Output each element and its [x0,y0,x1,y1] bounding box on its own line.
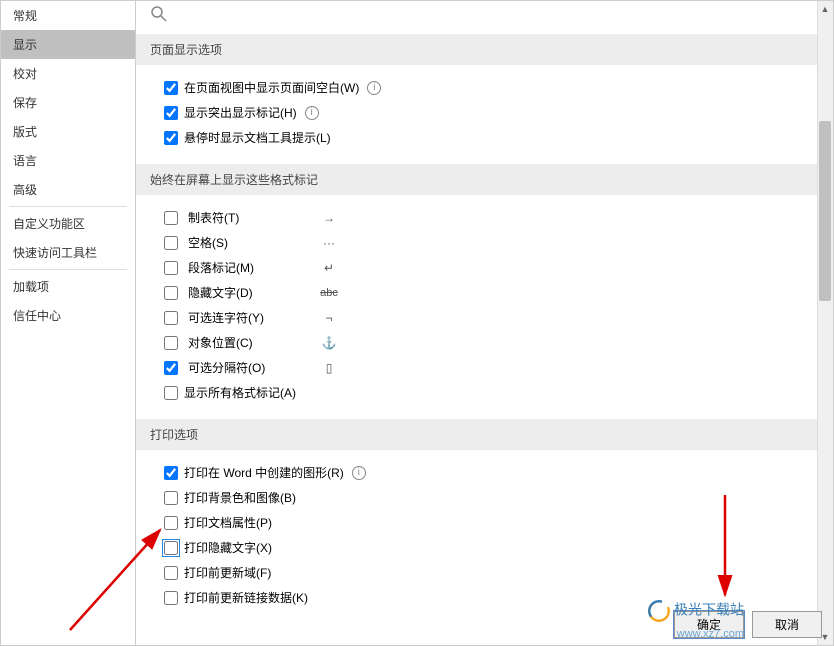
checkbox-breaks[interactable] [164,361,178,375]
checkbox-show-whitespace[interactable] [164,81,178,95]
symbol-anchor: ⚓ [314,336,344,350]
sidebar-item-advanced[interactable]: 高级 [1,175,135,204]
cancel-button[interactable]: 取消 [752,611,822,638]
scroll-up-icon[interactable]: ▲ [817,1,833,17]
main-panel: 页面显示选项 在页面视图中显示页面间空白(W) i 显示突出显示标记(H) i … [136,1,833,645]
sidebar-item-quick-access[interactable]: 快速访问工具栏 [1,238,135,267]
option-print-properties: 打印文档属性(P) [164,510,819,535]
scrollbar[interactable]: ▲ ▼ [817,1,833,645]
search-icon [136,1,833,34]
label-space-marks: 空格(S) [188,234,308,251]
label-print-properties: 打印文档属性(P) [184,514,272,531]
symbol-hidden: abc [314,287,344,299]
sidebar-separator [9,206,127,207]
checkbox-para-marks[interactable] [164,261,178,275]
section-header-print: 打印选项 [136,419,825,450]
sidebar-item-general[interactable]: 常规 [1,1,135,30]
option-all-marks: 显示所有格式标记(A) [164,380,819,405]
checkbox-space-marks[interactable] [164,236,178,250]
section-body-page-display: 在页面视图中显示页面间空白(W) i 显示突出显示标记(H) i 悬停时显示文档… [136,75,833,164]
symbol-tab: → [314,211,344,225]
label-hyphens: 可选连字符(Y) [188,309,308,326]
label-tab-marks: 制表符(T) [188,209,308,226]
option-anchors: 对象位置(C) ⚓ [164,330,819,355]
label-print-links: 打印前更新链接数据(K) [184,589,308,606]
checkbox-print-fields[interactable] [164,566,178,580]
symbol-hyphen: ¬ [314,311,344,325]
label-print-drawings: 打印在 Word 中创建的图形(R) [184,464,344,481]
sidebar-item-language[interactable]: 语言 [1,146,135,175]
option-para-marks: 段落标记(M) ↵ [164,255,819,280]
section-body-print: 打印在 Word 中创建的图形(R) i 打印背景色和图像(B) 打印文档属性(… [136,460,833,624]
sidebar-separator [9,269,127,270]
label-show-highlight: 显示突出显示标记(H) [184,104,297,121]
checkbox-hyphens[interactable] [164,311,178,325]
checkbox-tab-marks[interactable] [164,211,178,225]
option-print-links: 打印前更新链接数据(K) [164,585,819,610]
checkbox-hidden-text[interactable] [164,286,178,300]
info-icon[interactable]: i [352,466,366,480]
label-show-whitespace: 在页面视图中显示页面间空白(W) [184,79,359,96]
checkbox-anchors[interactable] [164,336,178,350]
checkbox-print-hidden[interactable] [164,541,178,555]
option-hidden-text: 隐藏文字(D) abc [164,280,819,305]
label-para-marks: 段落标记(M) [188,259,308,276]
section-header-format-marks: 始终在屏幕上显示这些格式标记 [136,164,825,195]
sidebar-item-customize-ribbon[interactable]: 自定义功能区 [1,209,135,238]
label-breaks: 可选分隔符(O) [188,359,308,376]
label-print-background: 打印背景色和图像(B) [184,489,296,506]
sidebar-item-addins[interactable]: 加载项 [1,272,135,301]
sidebar-item-trust-center[interactable]: 信任中心 [1,301,135,330]
option-tab-marks: 制表符(T) → [164,205,819,230]
label-anchors: 对象位置(C) [188,334,308,351]
sidebar-item-save[interactable]: 保存 [1,88,135,117]
sidebar-item-layout[interactable]: 版式 [1,117,135,146]
sidebar: 常规 显示 校对 保存 版式 语言 高级 自定义功能区 快速访问工具栏 加载项 … [1,1,136,645]
checkbox-print-properties[interactable] [164,516,178,530]
info-icon[interactable]: i [305,106,319,120]
label-print-hidden: 打印隐藏文字(X) [184,539,272,556]
options-dialog: 常规 显示 校对 保存 版式 语言 高级 自定义功能区 快速访问工具栏 加载项 … [0,0,834,646]
sidebar-item-proofing[interactable]: 校对 [1,59,135,88]
dialog-footer: 确定 取消 [674,611,822,638]
symbol-space: ··· [314,236,344,250]
option-print-background: 打印背景色和图像(B) [164,485,819,510]
scrollbar-thumb[interactable] [819,121,831,301]
checkbox-all-marks[interactable] [164,386,178,400]
info-icon[interactable]: i [367,81,381,95]
option-print-drawings: 打印在 Word 中创建的图形(R) i [164,460,819,485]
label-all-marks: 显示所有格式标记(A) [184,384,296,401]
label-show-tooltips: 悬停时显示文档工具提示(L) [184,129,331,146]
sidebar-item-display[interactable]: 显示 [1,30,135,59]
option-breaks: 可选分隔符(O) ▯ [164,355,819,380]
checkbox-print-background[interactable] [164,491,178,505]
symbol-para: ↵ [314,261,344,275]
symbol-break: ▯ [314,361,344,375]
option-show-tooltips: 悬停时显示文档工具提示(L) [164,125,819,150]
option-print-hidden: 打印隐藏文字(X) [164,535,819,560]
label-hidden-text: 隐藏文字(D) [188,284,308,301]
option-show-whitespace: 在页面视图中显示页面间空白(W) i [164,75,819,100]
checkbox-print-drawings[interactable] [164,466,178,480]
checkbox-print-links[interactable] [164,591,178,605]
option-show-highlight: 显示突出显示标记(H) i [164,100,819,125]
ok-button[interactable]: 确定 [674,611,744,638]
checkbox-show-tooltips[interactable] [164,131,178,145]
label-print-fields: 打印前更新域(F) [184,564,271,581]
option-print-fields: 打印前更新域(F) [164,560,819,585]
section-body-format-marks: 制表符(T) → 空格(S) ··· 段落标记(M) ↵ 隐藏文字(D) abc… [136,205,833,419]
section-header-page-display: 页面显示选项 [136,34,825,65]
option-space-marks: 空格(S) ··· [164,230,819,255]
option-hyphens: 可选连字符(Y) ¬ [164,305,819,330]
checkbox-show-highlight[interactable] [164,106,178,120]
